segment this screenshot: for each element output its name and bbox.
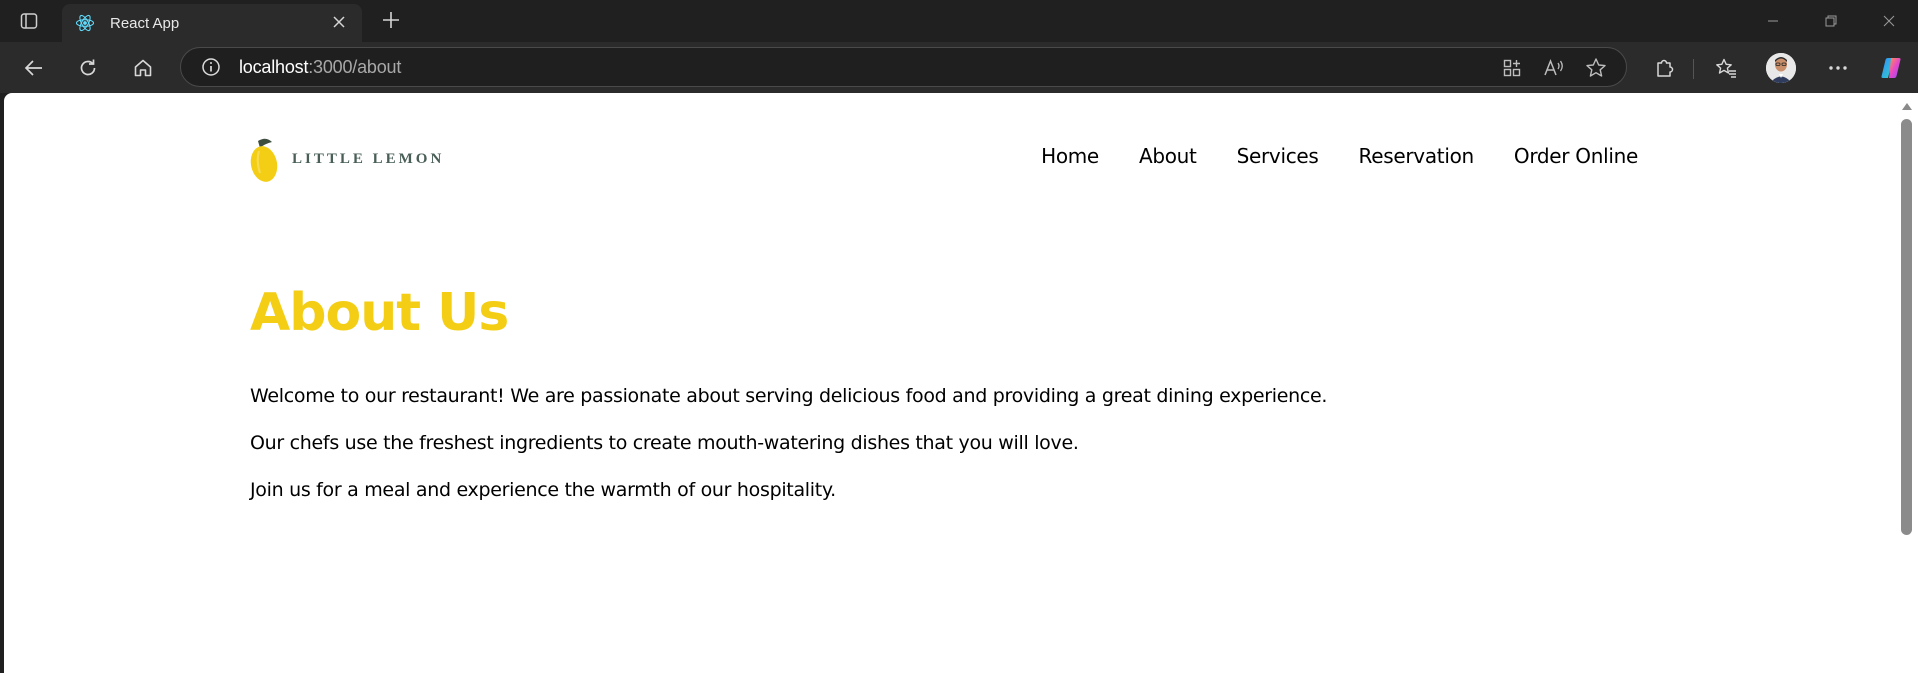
window-controls — [1744, 0, 1918, 42]
scroll-up-arrow-icon[interactable] — [1902, 103, 1912, 110]
puzzle-icon[interactable] — [1648, 52, 1680, 84]
main-nav: Home About Services Reservation Order On… — [1041, 144, 1638, 168]
lemon-logo-icon — [250, 138, 278, 182]
page-scrollbar[interactable] — [1896, 93, 1918, 673]
paragraph-chefs: Our chefs use the freshest ingredients t… — [250, 432, 1079, 454]
paragraph-welcome: Welcome to our restaurant! We are passio… — [250, 385, 1328, 407]
nav-about[interactable]: About — [1139, 144, 1197, 168]
site-logo[interactable]: LITTLE LEMON — [250, 130, 444, 188]
plus-icon — [383, 12, 399, 28]
nav-home[interactable]: Home — [1041, 144, 1099, 168]
info-icon[interactable] — [199, 55, 223, 79]
nav-reservation[interactable]: Reservation — [1359, 144, 1475, 168]
restore-button[interactable] — [1802, 0, 1860, 42]
apps-icon[interactable] — [1496, 52, 1528, 84]
site-header: LITTLE LEMON Home About Services Reserva… — [250, 130, 1638, 190]
browser-toolbar: localhost:3000/about — [0, 42, 1918, 93]
address-bar[interactable]: localhost:3000/about — [180, 47, 1627, 87]
star-icon[interactable] — [1580, 52, 1612, 84]
favorites-icon[interactable] — [1710, 52, 1742, 84]
new-tab-button[interactable] — [378, 8, 404, 34]
url-path: :3000/about — [308, 56, 402, 77]
url-host: localhost — [239, 56, 309, 77]
read-aloud-icon[interactable] — [1538, 52, 1570, 84]
nav-order-online[interactable]: Order Online — [1514, 144, 1638, 168]
scroll-thumb[interactable] — [1901, 119, 1912, 535]
tab-actions-icon[interactable] — [14, 9, 44, 33]
avatar[interactable] — [1766, 53, 1796, 83]
more-icon[interactable] — [1822, 52, 1854, 84]
paragraph-join: Join us for a meal and experience the wa… — [250, 479, 836, 501]
nav-services[interactable]: Services — [1237, 144, 1319, 168]
refresh-button[interactable] — [72, 52, 104, 84]
back-button[interactable] — [18, 52, 50, 84]
about-section: About Us Welcome to our restaurant! We a… — [250, 283, 1450, 502]
page-title: About Us — [250, 283, 509, 343]
toolbar-divider — [1693, 59, 1694, 79]
back-arrow-icon — [24, 60, 42, 76]
browser-titlebar: React App — [0, 0, 1918, 42]
browser-tab[interactable]: React App — [62, 4, 362, 42]
home-button[interactable] — [127, 52, 159, 84]
minimize-button[interactable] — [1744, 0, 1802, 42]
address-bar-actions — [1496, 52, 1612, 84]
page-viewport: LITTLE LEMON Home About Services Reserva… — [4, 93, 1896, 673]
react-icon — [74, 12, 96, 34]
home-icon — [134, 59, 152, 77]
close-icon[interactable] — [328, 12, 350, 34]
copilot-icon[interactable] — [1876, 52, 1908, 84]
logo-text: LITTLE LEMON — [292, 150, 445, 167]
url-text[interactable]: localhost:3000/about — [239, 57, 401, 78]
refresh-icon — [80, 59, 96, 76]
close-window-button[interactable] — [1860, 0, 1918, 42]
tab-title: React App — [110, 14, 180, 32]
